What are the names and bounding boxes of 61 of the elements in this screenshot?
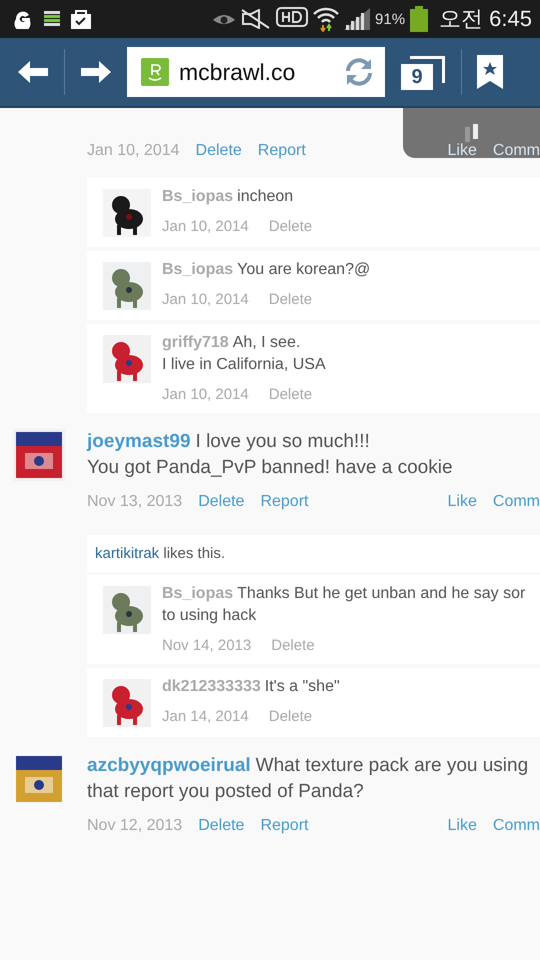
mute-icon [241,9,272,29]
reply-date: Jan 10, 2014 [162,386,249,403]
battery-percent: 91% [375,10,406,28]
author-link[interactable]: Bs_iopas [162,261,234,278]
list-icon [44,10,60,28]
action-link[interactable]: Like [448,142,477,160]
delete-link[interactable]: Delete [271,637,315,654]
author-link[interactable]: joeymast99 [87,431,191,452]
address-bar[interactable]: mcbrawl.co [127,47,385,97]
comment-date: Nov 13, 2013 [87,493,182,511]
comment-date: Jan 10, 2014 [87,142,180,160]
reply-text: Ah, I see. [232,334,300,351]
forward-icon[interactable] [79,59,113,85]
author-link[interactable]: azcbyyqpwoeirual [87,755,251,776]
clock: 오전 6:45 [439,5,532,33]
action-link[interactable]: Report [258,142,306,160]
author-link[interactable]: Bs_iopas [162,188,234,205]
battery-icon [410,6,428,32]
reply-text: to using hack [162,607,256,624]
author-link[interactable]: Bs_iopas [162,585,234,602]
back-icon[interactable] [16,59,50,85]
reply-text: I live in California, USA [162,356,326,373]
delete-link[interactable]: Delete [268,386,312,403]
action-link[interactable]: Report [260,817,308,835]
reply-date: Jan 10, 2014 [162,291,249,308]
delete-link[interactable]: Delete [268,708,312,725]
comment-text: You got Panda_PvP banned! have a cookie [87,457,453,478]
reply-date: Jan 10, 2014 [162,218,249,235]
delete-link[interactable]: Delete [268,218,312,235]
action-link[interactable]: Like [448,493,477,511]
action-link[interactable]: Report [260,493,308,511]
reply-date: Nov 14, 2013 [162,637,252,654]
comment-date: Nov 12, 2013 [87,817,182,835]
reload-icon[interactable] [343,56,375,88]
action-link[interactable]: Delete [196,142,242,160]
pause-icon[interactable] [464,124,478,142]
action-link[interactable]: Comm [492,493,540,511]
delete-link[interactable]: Delete [268,291,312,308]
likes-text: kartikitrak likes this. [95,545,226,562]
reply-text: incheon [237,188,294,205]
reader-icon [141,58,169,86]
action-link[interactable]: Delete [198,817,244,835]
author-link[interactable]: griffy718 [162,334,229,351]
action-link[interactable]: Comm [492,142,540,160]
wifi-icon [313,6,340,32]
signal-icon [344,8,370,30]
reply-text: It's a "she" [264,678,340,695]
shopping-bag-icon [70,8,92,30]
action-link[interactable]: Delete [198,493,244,511]
comment-text: I love you so much!!! [196,431,370,452]
comment-text: that report you posted of Panda? [87,781,364,802]
reply-text: Thanks But he get unban and he say sor [237,585,526,602]
author-link[interactable]: dk212333333 [162,678,261,695]
reply-date: Jan 14, 2014 [162,708,249,725]
action-link[interactable]: Like [448,817,477,835]
action-link[interactable]: Comm [492,817,540,835]
tabs-button[interactable]: 9 [399,52,447,92]
comment-text: What texture pack are you using [256,755,528,776]
bookmark-star-icon[interactable] [476,54,504,90]
url-text: mcbrawl.co [179,58,296,86]
reply-text: You are korean?@ [237,261,370,278]
